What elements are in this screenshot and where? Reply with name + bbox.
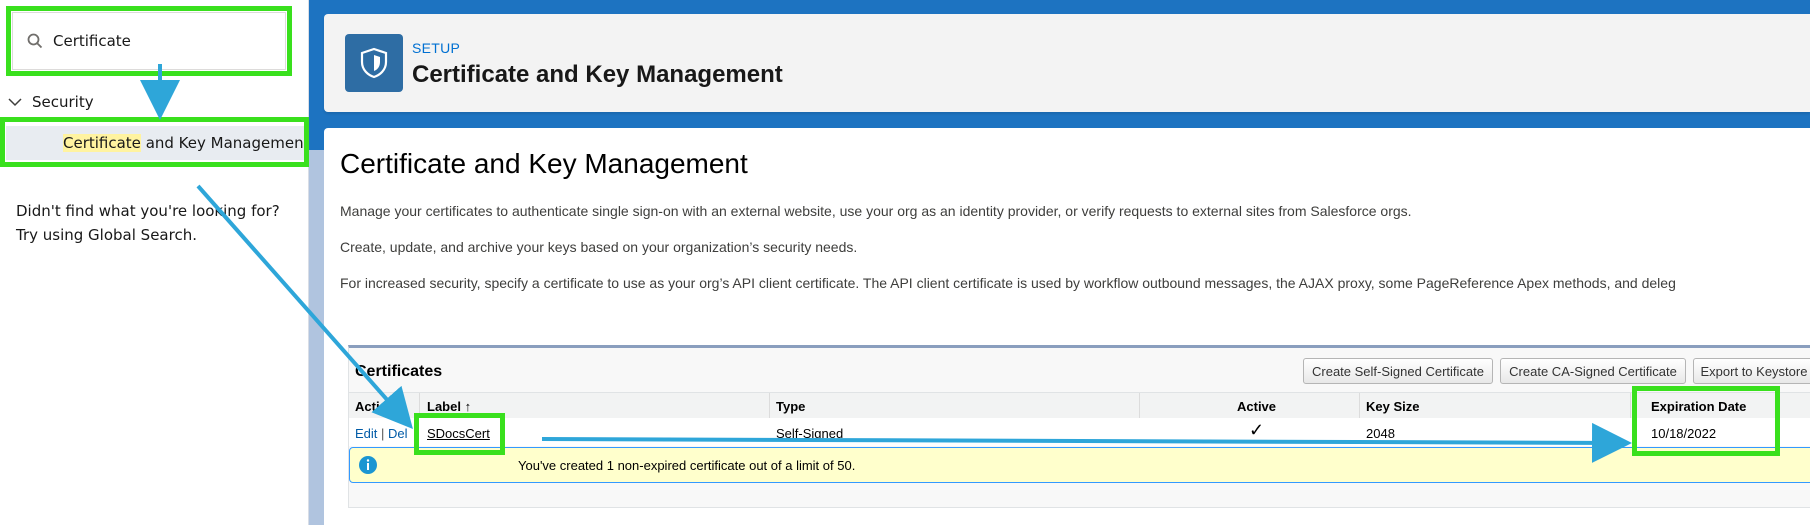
column-divider — [1359, 393, 1360, 419]
annotation-highlight-expiration — [1632, 386, 1780, 456]
page-title: Certificate and Key Management — [340, 148, 748, 179]
help-line-1: Didn't find what you're looking for? — [16, 202, 280, 220]
info-icon — [359, 456, 377, 474]
chevron-down-icon[interactable] — [8, 97, 22, 107]
column-divider — [1139, 393, 1140, 419]
table-row: Edit | Del SDocsCert Self-Signed ✓ 2048 … — [349, 418, 1810, 446]
description-2: Create, update, and archive your keys ba… — [340, 239, 858, 255]
tree-item-security[interactable]: Security — [8, 93, 94, 111]
certificates-table-header: Action Label ↑ Type Active Key Size Expi… — [349, 392, 1810, 420]
certificate-limit-message: You've created 1 non-expired certificate… — [518, 458, 856, 473]
shield-icon — [360, 47, 388, 79]
certificate-key-size: 2048 — [1366, 426, 1395, 441]
column-header-action: Action — [355, 399, 396, 414]
column-header-type[interactable]: Type — [776, 399, 805, 414]
column-header-key-size[interactable]: Key Size — [1366, 399, 1419, 414]
help-line-2: Try using Global Search. — [16, 226, 197, 244]
column-header-active[interactable]: Active — [1237, 399, 1276, 414]
action-links: Edit | Del — [355, 426, 408, 441]
main-content: Certificate and Key Management Manage yo… — [324, 128, 1810, 525]
action-separator: | — [381, 426, 385, 441]
certificates-panel-title: Certificates — [355, 363, 443, 380]
description-3: For increased security, specify a certif… — [340, 275, 1676, 291]
tree-item-security-label: Security — [32, 93, 94, 111]
annotation-highlight-search — [6, 6, 292, 76]
column-divider — [769, 393, 770, 419]
page-header-title: Certificate and Key Management — [412, 61, 783, 88]
active-checkmark-icon: ✓ — [1249, 420, 1265, 440]
annotation-highlight-certificate-label — [414, 413, 505, 455]
certificates-panel: Certificates Create Self-Signed Certific… — [348, 345, 1810, 508]
global-search-hint: Didn't find what you're looking for? Try… — [16, 199, 296, 247]
description-1: Manage your certificates to authenticate… — [340, 203, 1412, 219]
setup-page-header: SETUP Certificate and Key Management — [324, 14, 1810, 112]
annotation-highlight-menu-item — [0, 117, 309, 167]
create-ca-signed-certificate-button[interactable]: Create CA-Signed Certificate — [1500, 358, 1686, 384]
create-self-signed-certificate-button[interactable]: Create Self-Signed Certificate — [1303, 358, 1493, 384]
edit-link[interactable]: Edit — [355, 426, 377, 441]
delete-link[interactable]: Del — [388, 426, 408, 441]
setup-breadcrumb: SETUP — [412, 40, 461, 56]
setup-sidebar: Certificate Security Certificate and Key… — [0, 0, 309, 525]
column-divider — [1630, 393, 1631, 419]
export-to-keystore-button[interactable]: Export to Keystore — [1693, 358, 1810, 384]
certificate-type: Self-Signed — [776, 426, 844, 441]
certificate-limit-info-bar: You've created 1 non-expired certificate… — [349, 447, 1810, 483]
column-header-label[interactable]: Label ↑ — [427, 399, 471, 414]
shield-icon-tile — [345, 34, 403, 92]
